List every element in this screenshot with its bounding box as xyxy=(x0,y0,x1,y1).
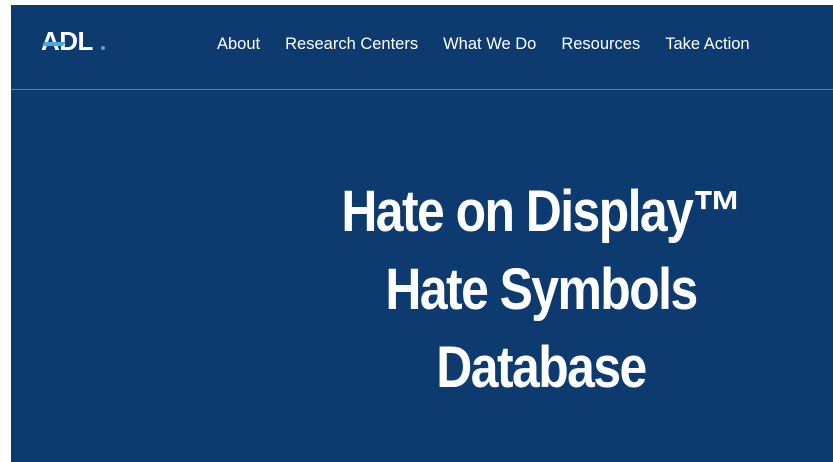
nav-take-action[interactable]: Take Action xyxy=(665,32,749,56)
nav-resources[interactable]: Resources xyxy=(561,32,640,56)
logo-accent-stroke xyxy=(42,42,65,46)
main-nav: About Research Centers What We Do Resour… xyxy=(217,32,750,56)
logo-text: ADL xyxy=(41,26,93,56)
site-header: ADL About Research Centers What We Do Re… xyxy=(11,5,833,90)
nav-what-we-do[interactable]: What We Do xyxy=(443,32,536,56)
logo-dot xyxy=(101,46,105,50)
hero-title-line-1: Hate on Display™ xyxy=(341,179,742,244)
nav-about[interactable]: About xyxy=(217,32,260,56)
hero-title: Hate on Display™ Hate Symbols Database xyxy=(281,173,801,407)
adl-logo[interactable]: ADL xyxy=(41,26,105,56)
page: ADL About Research Centers What We Do Re… xyxy=(11,5,833,462)
adl-logo-mark: ADL xyxy=(41,26,105,56)
hero-title-line-2: Hate Symbols xyxy=(385,257,698,322)
hero-title-line-3: Database xyxy=(436,335,647,400)
nav-research-centers[interactable]: Research Centers xyxy=(285,32,418,56)
